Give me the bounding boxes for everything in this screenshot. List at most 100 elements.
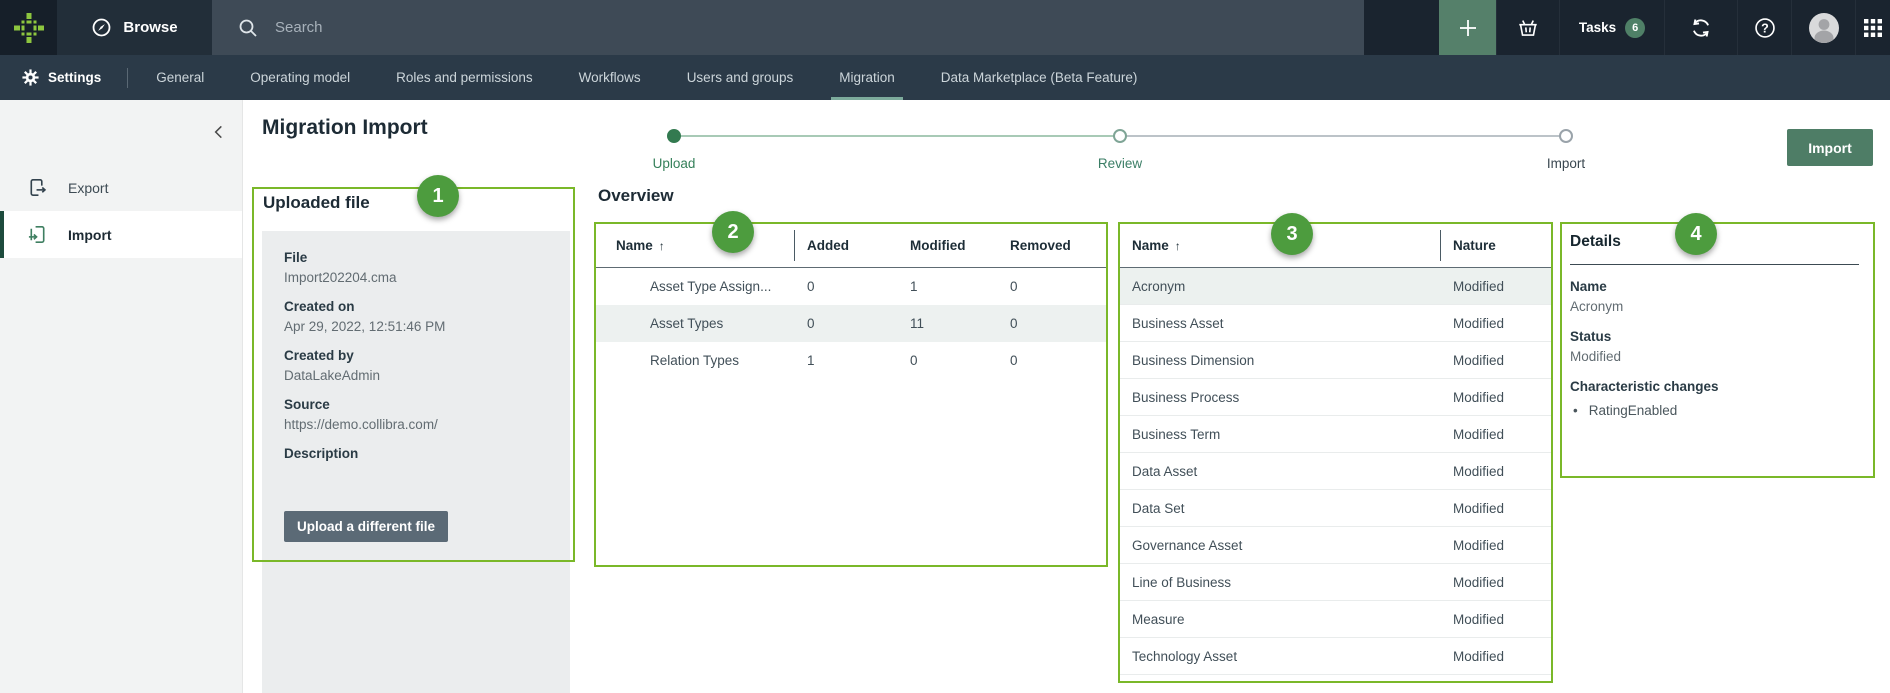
bullet-icon: • [1573, 403, 1578, 418]
cell-name: Acronym [1132, 279, 1440, 294]
cell-nature: Modified [1440, 612, 1551, 627]
column-divider[interactable] [1440, 230, 1441, 261]
field: Name Acronym [1570, 279, 1863, 315]
cell-name: Asset Types [616, 316, 794, 331]
cell-name: Business Dimension [1132, 353, 1440, 368]
table-row[interactable]: Relation Types 1 0 0 [596, 342, 1106, 379]
overview-heading: Overview [598, 186, 674, 206]
help-icon: ? [1753, 16, 1777, 40]
search-input[interactable] [273, 18, 1364, 37]
characteristic-change-item: •RatingEnabled [1570, 403, 1863, 418]
field: Status Modified [1570, 329, 1863, 365]
table-row[interactable]: Data Asset Modified [1120, 453, 1551, 490]
add-button[interactable] [1439, 0, 1496, 55]
table-row[interactable]: Technology Asset Modified [1120, 638, 1551, 675]
cell-name: Business Process [1132, 390, 1440, 405]
tasks-label: Tasks [1579, 20, 1616, 35]
details-fields: Name Acronym Status Modified [1570, 279, 1863, 365]
field-label: Name [1570, 279, 1863, 294]
stepper-line-pending [1120, 135, 1566, 137]
settings-label: Settings [48, 70, 101, 85]
search-bar[interactable] [212, 0, 1364, 55]
cell-nature: Modified [1440, 353, 1551, 368]
field: Description [284, 446, 548, 482]
field-value: https://demo.collibra.com/ [284, 417, 548, 433]
nav-tab-users-and-groups[interactable]: Users and groups [687, 55, 794, 100]
cell-modified: 1 [910, 279, 1010, 294]
sort-ascending-icon: ↑ [1175, 239, 1181, 253]
nav-settings[interactable]: Settings [22, 69, 101, 86]
table-row[interactable]: Acronym Modified [1120, 268, 1551, 305]
sidebar-item-label: Export [68, 180, 108, 196]
cell-name: Relation Types [616, 353, 794, 368]
column-header-removed[interactable]: Removed [1010, 238, 1106, 253]
field-label: Status [1570, 329, 1863, 344]
cell-name: Data Asset [1132, 464, 1440, 479]
search-icon [238, 18, 258, 38]
cell-name: Business Term [1132, 427, 1440, 442]
tasks-button[interactable]: Tasks 6 [1559, 0, 1664, 55]
cell-name: Business Asset [1132, 316, 1440, 331]
plus-icon [1458, 18, 1478, 38]
export-icon [27, 177, 48, 198]
table-row[interactable]: Measure Modified [1120, 601, 1551, 638]
sidebar-item-import[interactable]: Import [0, 211, 242, 258]
step-label-review: Review [1070, 156, 1170, 171]
sidebar-item-export[interactable]: Export [0, 164, 242, 211]
details-panel: Details Name Acronym Status Modified Cha… [1570, 233, 1863, 418]
nav-separator [127, 68, 128, 88]
column-header-name[interactable]: Name↑ [616, 238, 794, 253]
table-row[interactable]: Line of Business Modified [1120, 564, 1551, 601]
avatar-button[interactable] [1791, 0, 1855, 55]
cell-removed: 0 [1010, 279, 1106, 294]
nav-tab-roles-and-permissions[interactable]: Roles and permissions [396, 55, 533, 100]
nav-tab-workflows[interactable]: Workflows [579, 55, 641, 100]
overview-table-body: Asset Type Assign... 0 1 0 Asset Types 0… [596, 268, 1106, 379]
step-label-import: Import [1516, 156, 1616, 171]
sync-button[interactable] [1664, 0, 1737, 55]
nature-table-header: Name↑ Nature [1120, 224, 1551, 268]
field: Source https://demo.collibra.com/ [284, 397, 548, 433]
field: Created by DataLakeAdmin [284, 348, 548, 384]
nav-tab-operating-model[interactable]: Operating model [250, 55, 350, 100]
topbar-spacer [1364, 0, 1439, 55]
table-row[interactable]: Governance Asset Modified [1120, 527, 1551, 564]
field-label: Source [284, 397, 548, 412]
table-row[interactable]: Asset Types 0 11 0 [596, 305, 1106, 342]
cell-removed: 0 [1010, 353, 1106, 368]
nature-table-body: Acronym Modified Business Asset Modified… [1120, 268, 1551, 675]
annotation-number-2: 2 [712, 211, 754, 253]
table-row[interactable]: Business Dimension Modified [1120, 342, 1551, 379]
nav-tabs: General Operating model Roles and permissi… [156, 55, 1137, 100]
field-value: Acronym [1570, 299, 1863, 315]
field-value: Apr 29, 2022, 12:51:46 PM [284, 319, 548, 335]
help-button[interactable]: ? [1737, 0, 1791, 55]
column-divider[interactable] [794, 230, 795, 261]
table-row[interactable]: Asset Type Assign... 0 1 0 [596, 268, 1106, 305]
table-row[interactable]: Business Process Modified [1120, 379, 1551, 416]
nav-tab-data-marketplace-beta-feature[interactable]: Data Marketplace (Beta Feature) [941, 55, 1138, 100]
collibra-logo-icon [13, 12, 45, 44]
field-label: File [284, 250, 548, 265]
import-icon [27, 224, 48, 245]
collibra-logo[interactable] [0, 0, 57, 55]
import-button[interactable]: Import [1787, 129, 1873, 166]
upload-different-file-button[interactable]: Upload a different file [284, 511, 448, 542]
table-row[interactable]: Business Asset Modified [1120, 305, 1551, 342]
column-header-nature[interactable]: Nature [1440, 238, 1551, 253]
table-row[interactable]: Business Term Modified [1120, 416, 1551, 453]
cell-name: Line of Business [1132, 575, 1440, 590]
browse-button[interactable]: Browse [57, 0, 212, 55]
table-row[interactable]: Data Set Modified [1120, 490, 1551, 527]
basket-button[interactable] [1496, 0, 1559, 55]
cell-name: Technology Asset [1132, 649, 1440, 664]
column-header-modified[interactable]: Modified [910, 238, 1010, 253]
sidebar-collapse-button[interactable] [212, 123, 225, 141]
step-label-upload: Upload [624, 156, 724, 171]
column-header-added[interactable]: Added [794, 238, 910, 253]
field-label: Created by [284, 348, 548, 363]
apps-grid-button[interactable] [1855, 0, 1890, 55]
nav-tab-migration[interactable]: Migration [839, 55, 895, 100]
field-value: Modified [1570, 349, 1863, 365]
nav-tab-general[interactable]: General [156, 55, 204, 100]
